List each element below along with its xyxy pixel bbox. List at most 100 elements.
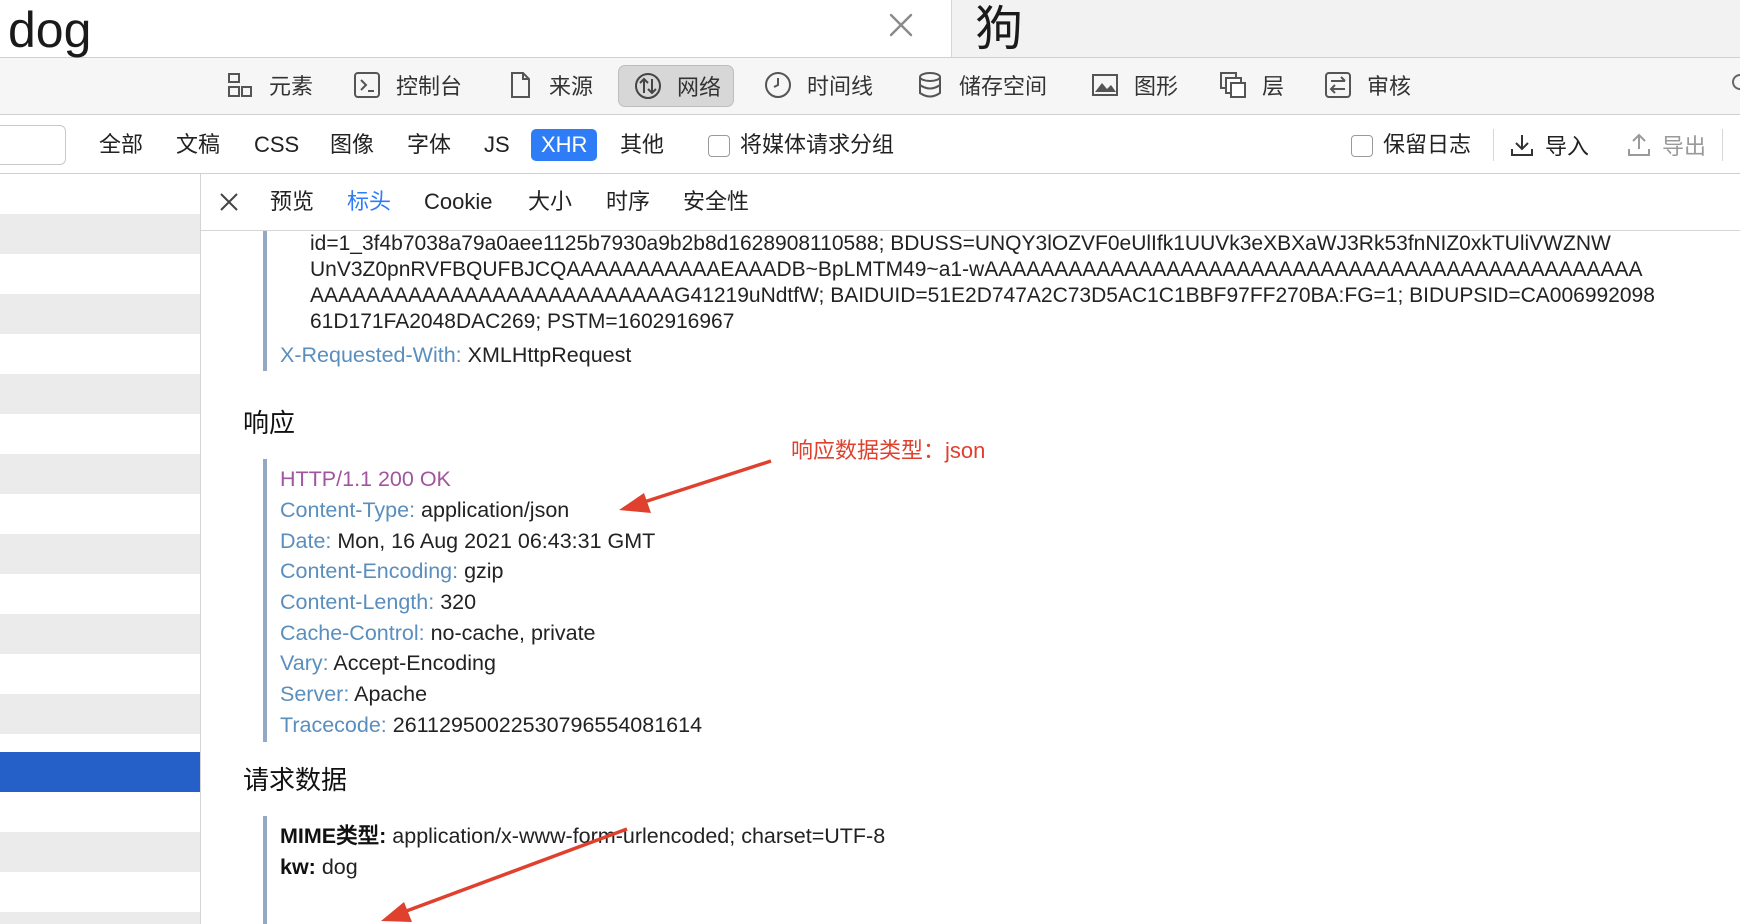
header-value: Mon, 16 Aug 2021 06:43:31 GMT (337, 529, 656, 553)
network-icon (635, 73, 661, 99)
audit-icon (1325, 72, 1351, 98)
request-row[interactable] (0, 912, 200, 924)
cookie-line: UnV3Z0pnRVFBQUFBJCQAAAAAAAAAAAEAAADB~BpL… (310, 258, 1643, 281)
search-query[interactable]: dog (8, 0, 91, 60)
tab-label: 图形 (1134, 74, 1179, 99)
tab-console[interactable]: 控制台 (352, 65, 462, 105)
tab-label: 审核 (1367, 74, 1412, 99)
section-bar (263, 459, 267, 742)
header-row: Date: Mon, 16 Aug 2021 06:43:31 GMT (280, 526, 655, 556)
filter-css[interactable]: CSS (250, 129, 303, 161)
filter-xhr[interactable]: XHR (531, 129, 598, 161)
export-label: 导出 (1662, 134, 1707, 159)
layers-icon (1220, 72, 1246, 98)
tab-network[interactable]: 网络 (618, 65, 735, 107)
tab-sizes[interactable]: 大小 (528, 186, 572, 218)
cookie-line: AAAAAAAAAAAAAAAAAAAAAAAAAAG41219uNdtfW; … (310, 284, 1655, 307)
storage-icon (919, 72, 941, 98)
tab-label: 时间线 (807, 74, 874, 99)
filter-documents[interactable]: 文稿 (172, 129, 224, 161)
annotation-arrow (619, 459, 772, 513)
tab-label: 储存空间 (959, 74, 1048, 99)
request-row[interactable] (0, 832, 200, 872)
request-row[interactable] (0, 574, 200, 614)
tab-security[interactable]: 安全性 (683, 186, 749, 218)
request-row[interactable] (0, 294, 200, 334)
translation-text: 狗 (975, 3, 1024, 56)
filter-all[interactable]: 全部 (95, 129, 147, 161)
tab-sources[interactable]: 来源 (505, 65, 593, 105)
tab-headers[interactable]: 标头 (347, 186, 391, 218)
header-key: Content-Encoding: (280, 559, 459, 583)
filter-other[interactable]: 其他 (616, 129, 668, 161)
clear-search-icon[interactable] (886, 10, 916, 40)
filter-fonts[interactable]: 字体 (403, 129, 455, 161)
request-row-selected[interactable] (0, 752, 200, 792)
request-row[interactable] (0, 654, 200, 694)
param-key: MIME类型: (280, 824, 387, 848)
request-data-row: MIME类型: application/x-www-form-urlencode… (280, 821, 885, 851)
header-row: Cache-Control: no-cache, private (280, 618, 596, 648)
request-row[interactable] (0, 174, 200, 214)
divider (1722, 129, 1723, 161)
header-value: application/json (421, 498, 570, 522)
tab-layers[interactable]: 层 (1218, 65, 1284, 105)
elements-icon (228, 73, 252, 97)
header-key: Cache-Control: (280, 621, 425, 645)
group-media-checkbox[interactable] (708, 135, 730, 157)
export-icon (1628, 133, 1650, 156)
request-row[interactable] (0, 374, 200, 414)
cookie-line: id=1_3f4b7038a79a0aee1125b7930a9b2b8d162… (310, 232, 1611, 255)
header-row: Server: Apache (280, 679, 427, 709)
request-row[interactable] (0, 334, 200, 374)
request-row[interactable] (0, 214, 200, 254)
request-row[interactable] (0, 414, 200, 454)
timeline-icon (765, 72, 791, 98)
request-row[interactable] (0, 614, 200, 654)
tab-preview[interactable]: 预览 (270, 186, 314, 218)
request-row[interactable] (0, 694, 200, 734)
search-bar: dog 狗 (0, 0, 1740, 58)
tab-elements[interactable]: 元素 (225, 65, 313, 105)
status-line: HTTP/1.1 200 OK (280, 467, 451, 491)
header-value: 320 (440, 590, 477, 614)
preserve-log-checkbox[interactable] (1351, 135, 1373, 157)
header-key: Content-Type: (280, 498, 416, 522)
filter-bar: 全部 文稿 CSS 图像 字体 JS XHR 其他 将媒体请求分组 保留日志 导… (0, 115, 1740, 174)
close-icon[interactable] (217, 190, 241, 214)
import-button[interactable]: 导入 (1509, 129, 1589, 161)
filter-input[interactable] (0, 125, 66, 165)
tab-timing[interactable]: 时序 (606, 186, 650, 218)
export-button[interactable]: 导出 (1626, 129, 1706, 161)
request-list (0, 174, 201, 924)
cookie-line: 61D171FA2048DAC269; PSTM=1602916967 (310, 310, 735, 333)
translation-panel: 狗 (951, 0, 1740, 57)
header-row: X-Requested-With: XMLHttpRequest (280, 340, 631, 370)
import-label: 导入 (1545, 134, 1590, 159)
search-icon[interactable] (1726, 72, 1740, 96)
console-icon (354, 72, 380, 98)
request-row[interactable] (0, 792, 200, 832)
tab-graphics[interactable]: 图形 (1090, 65, 1178, 105)
divider (1493, 129, 1494, 161)
tab-label: 层 (1262, 74, 1285, 99)
tab-storage[interactable]: 储存空间 (915, 65, 1047, 105)
tab-cookies[interactable]: Cookie (424, 186, 492, 218)
header-row: Content-Type: application/json (280, 495, 569, 525)
filter-images[interactable]: 图像 (326, 129, 378, 161)
header-key: Content-Length: (280, 590, 435, 614)
request-row[interactable] (0, 494, 200, 534)
search-field[interactable]: dog (0, 0, 950, 60)
request-row[interactable] (0, 534, 200, 574)
tab-timeline[interactable]: 时间线 (763, 65, 873, 105)
tab-label: 来源 (549, 74, 594, 99)
tab-label: 元素 (269, 74, 314, 99)
request-row[interactable] (0, 454, 200, 494)
request-row[interactable] (0, 254, 200, 294)
request-data-row: kw: dog (280, 852, 358, 882)
filter-js[interactable]: JS (480, 129, 514, 161)
request-row[interactable] (0, 872, 200, 912)
tab-audit[interactable]: 审核 (1323, 65, 1411, 105)
import-icon (1511, 135, 1533, 156)
header-value: 26112950022530796554081614 (392, 713, 703, 737)
